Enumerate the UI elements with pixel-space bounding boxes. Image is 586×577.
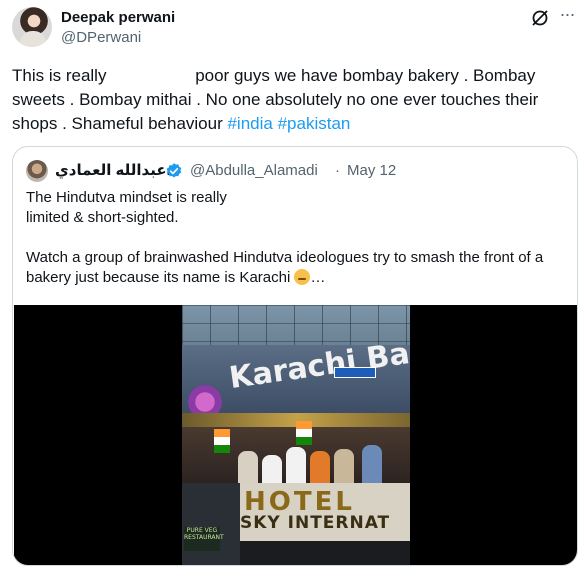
quoted-author-avatar[interactable] (26, 160, 48, 182)
person (334, 449, 354, 485)
quoted-line-2: limited & short-sighted. (26, 209, 179, 226)
flag (296, 421, 312, 445)
quoted-date[interactable]: May 12 (347, 162, 396, 179)
quoted-tweet-card[interactable]: د.عبدالله العمادي @Abdulla_Alamadi · May… (12, 146, 578, 566)
crowd (182, 421, 410, 485)
person (262, 455, 282, 485)
person (238, 451, 258, 485)
tweet-text-start: This is really (12, 66, 107, 85)
thinking-face-icon (294, 269, 311, 285)
quoted-paragraph-1: The Hindutva mindset is really limited & … (26, 188, 571, 228)
flag (214, 429, 230, 453)
author-name[interactable]: Deepak perwani (61, 9, 175, 26)
media-container[interactable]: Karachi Ba PURE VEG RESTAURANT HOTEL SKY… (14, 305, 577, 565)
grok-icon[interactable] (530, 8, 550, 28)
person (310, 451, 330, 485)
more-icon[interactable]: ··· (556, 5, 578, 28)
author-handle[interactable]: @DPerwani (61, 29, 141, 46)
tweet: Deepak perwani @DPerwani ··· This is rea… (0, 0, 586, 577)
verified-badge-icon (166, 163, 182, 178)
video-frame[interactable]: Karachi Ba PURE VEG RESTAURANT HOTEL SKY… (182, 305, 410, 565)
quoted-text: The Hindutva mindset is really limited & … (26, 188, 571, 288)
author-avatar[interactable] (12, 7, 52, 47)
separator-dot: · (335, 162, 340, 179)
quoted-paragraph-2-text: Watch a group of brainwashed Hindutva id… (26, 249, 544, 286)
street-sign (334, 367, 376, 378)
ellipsis: … (310, 269, 326, 286)
quoted-paragraph-2: Watch a group of brainwashed Hindutva id… (26, 248, 571, 288)
tweet-text: This is really poor guys we have bombay … (12, 64, 572, 136)
lower-storefront (182, 483, 240, 565)
person (362, 445, 382, 485)
person (286, 447, 306, 485)
quoted-author-name[interactable]: د.عبدالله العمادي (55, 161, 178, 179)
hashtag-pakistan[interactable]: #pakistan (278, 114, 351, 133)
quoted-author-handle[interactable]: @Abdulla_Alamadi (190, 162, 318, 179)
hashtag-india[interactable]: #india (227, 114, 272, 133)
hotel-sign-line-2: SKY INTERNAT (240, 513, 391, 533)
lower-shadow (240, 541, 410, 565)
quoted-line-1: The Hindutva mindset is really (26, 189, 227, 206)
restaurant-sign: PURE VEG RESTAURANT (184, 527, 224, 551)
